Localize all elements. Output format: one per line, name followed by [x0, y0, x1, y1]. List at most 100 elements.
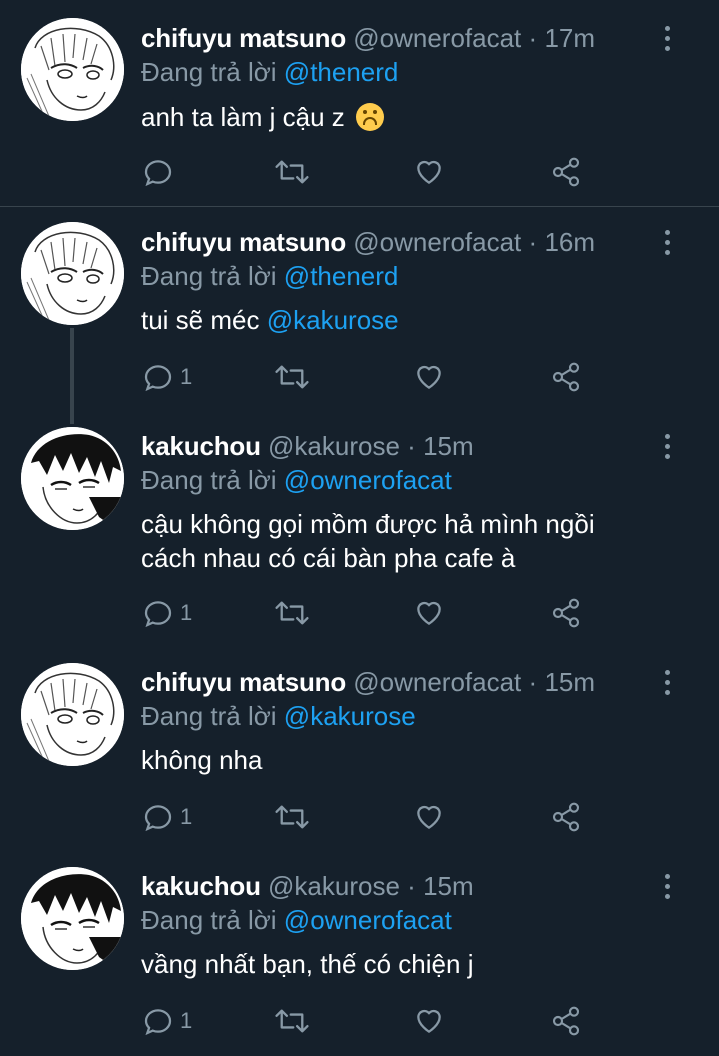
- text-mention[interactable]: @kakurose: [267, 305, 399, 335]
- avatar[interactable]: [21, 867, 124, 970]
- tweet-text-content: tui sẽ méc: [141, 305, 260, 335]
- separator-dot: ·: [528, 23, 538, 53]
- share-button[interactable]: [550, 593, 582, 633]
- tweet[interactable]: kakuchou @kakurose · 15m Đang trả lời @o…: [0, 851, 719, 1056]
- kakuchou-avatar: [21, 867, 124, 970]
- user-handle[interactable]: @kakurose: [268, 871, 400, 901]
- tweet-text-content: anh ta làm j cậu z: [141, 102, 345, 132]
- share-icon: [552, 802, 580, 832]
- separator-dot: ·: [407, 871, 416, 901]
- user-handle[interactable]: @ownerofacat: [353, 23, 521, 53]
- heart-icon: [417, 365, 441, 389]
- retweet-icon: [275, 365, 309, 389]
- reply-count: 1: [180, 1008, 193, 1033]
- reply-button[interactable]: 1: [142, 357, 192, 397]
- more-icon[interactable]: [658, 874, 676, 902]
- like-button[interactable]: [412, 797, 446, 837]
- heart-icon: [417, 160, 441, 184]
- user-handle[interactable]: @ownerofacat: [353, 667, 521, 697]
- retweet-icon: [275, 805, 309, 829]
- tweet-text-line: cậu không gọi mồm được hả mình ngồi: [141, 509, 595, 539]
- share-icon: [552, 598, 580, 628]
- replying-to-label: Đang trả lời: [141, 905, 277, 935]
- heart-icon: [417, 601, 441, 625]
- share-button[interactable]: [550, 357, 582, 397]
- replying-to: Đang trả lời @kakurose: [141, 698, 416, 734]
- timestamp[interactable]: 17m: [544, 23, 595, 53]
- reply-icon: [144, 805, 172, 832]
- retweet-button[interactable]: [274, 593, 310, 633]
- reply-button[interactable]: 1: [142, 1001, 192, 1041]
- tweet-text: vầng nhất bạn, thế có chiện j: [141, 947, 701, 981]
- share-button[interactable]: [550, 152, 582, 192]
- replying-to-label: Đang trả lời: [141, 57, 277, 87]
- timestamp[interactable]: 16m: [544, 227, 595, 257]
- reply-mention[interactable]: @thenerd: [284, 261, 399, 291]
- reply-icon: [144, 365, 172, 392]
- replying-to-label: Đang trả lời: [141, 701, 277, 731]
- reply-mention[interactable]: @ownerofacat: [284, 905, 452, 935]
- retweet-button[interactable]: [274, 152, 310, 192]
- tweet-actions: [0, 152, 719, 192]
- replying-to: Đang trả lời @thenerd: [141, 258, 398, 294]
- reply-button[interactable]: 1: [142, 797, 192, 837]
- retweet-button[interactable]: [274, 1001, 310, 1041]
- share-button[interactable]: [550, 1001, 582, 1041]
- retweet-button[interactable]: [274, 797, 310, 837]
- retweet-button[interactable]: [274, 357, 310, 397]
- like-button[interactable]: [412, 152, 446, 192]
- tweet[interactable]: chifuyu matsuno @ownerofacat · 17m Đang …: [0, 0, 719, 207]
- display-name[interactable]: chifuyu matsuno: [141, 667, 346, 697]
- chifuyu-avatar: [21, 663, 124, 766]
- reply-count: 1: [180, 804, 193, 829]
- display-name[interactable]: kakuchou: [141, 431, 261, 461]
- timestamp[interactable]: 15m: [544, 667, 595, 697]
- heart-icon: [417, 805, 441, 829]
- tweet-header: chifuyu matsuno @ownerofacat · 16m: [141, 224, 595, 260]
- tweet-actions: 1: [0, 593, 719, 633]
- display-name[interactable]: chifuyu matsuno: [141, 23, 346, 53]
- reply-mention[interactable]: @thenerd: [284, 57, 399, 87]
- retweet-icon: [275, 601, 309, 625]
- share-icon: [552, 362, 580, 392]
- retweet-icon: [275, 1009, 309, 1033]
- tweet-text: cậu không gọi mồm được hả mình ngồi cách…: [141, 507, 701, 575]
- more-icon[interactable]: [658, 230, 676, 258]
- kakuchou-avatar: [21, 427, 124, 530]
- like-button[interactable]: [412, 1001, 446, 1041]
- avatar[interactable]: [21, 18, 124, 121]
- reply-button[interactable]: [142, 152, 180, 192]
- timestamp[interactable]: 15m: [423, 431, 474, 461]
- avatar[interactable]: [21, 222, 124, 325]
- display-name[interactable]: kakuchou: [141, 871, 261, 901]
- tweet-text-content: không nha: [141, 745, 263, 775]
- tweet[interactable]: chifuyu matsuno @ownerofacat · 15m Đang …: [0, 647, 719, 851]
- replying-to: Đang trả lời @ownerofacat: [141, 462, 452, 498]
- avatar[interactable]: [21, 427, 124, 530]
- tweet[interactable]: kakuchou @kakurose · 15m Đang trả lời @o…: [0, 411, 719, 647]
- tweet-actions: 1: [0, 797, 719, 837]
- share-button[interactable]: [550, 797, 582, 837]
- reply-count: 1: [180, 600, 193, 625]
- tweet-header: kakuchou @kakurose · 15m: [141, 868, 474, 904]
- user-handle[interactable]: @ownerofacat: [353, 227, 521, 257]
- reply-mention[interactable]: @ownerofacat: [284, 465, 452, 495]
- replying-to: Đang trả lời @thenerd: [141, 54, 398, 90]
- reply-count: 1: [180, 364, 193, 389]
- like-button[interactable]: [412, 357, 446, 397]
- like-button[interactable]: [412, 593, 446, 633]
- heart-icon: [417, 1009, 441, 1033]
- separator-dot: ·: [407, 431, 416, 461]
- display-name[interactable]: chifuyu matsuno: [141, 227, 346, 257]
- more-icon[interactable]: [658, 670, 676, 698]
- tweet[interactable]: chifuyu matsuno @ownerofacat · 16m Đang …: [0, 207, 719, 411]
- more-icon[interactable]: [658, 434, 676, 462]
- timestamp[interactable]: 15m: [423, 871, 474, 901]
- reply-mention[interactable]: @kakurose: [284, 701, 416, 731]
- avatar[interactable]: [21, 663, 124, 766]
- user-handle[interactable]: @kakurose: [268, 431, 400, 461]
- more-icon[interactable]: [658, 26, 676, 54]
- reply-button[interactable]: 1: [142, 593, 192, 633]
- replying-to-label: Đang trả lời: [141, 465, 277, 495]
- replying-to-label: Đang trả lời: [141, 261, 277, 291]
